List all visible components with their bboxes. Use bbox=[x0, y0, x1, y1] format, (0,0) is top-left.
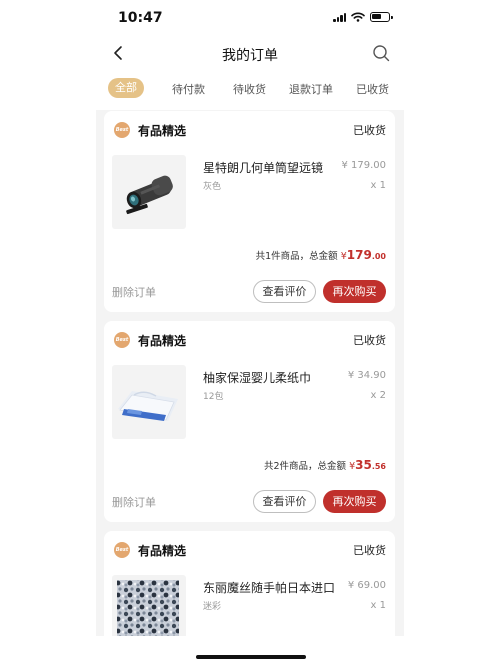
view-review-button[interactable]: 查看评价 bbox=[253, 490, 316, 513]
product-name[interactable]: 东丽魔丝随手帕日本进口 bbox=[203, 579, 335, 596]
header: 10:47 我的订单 全部 待付款 待收货 退款订单 已收货 bbox=[96, 0, 404, 110]
status-time: 10:47 bbox=[118, 10, 163, 26]
page-title: 我的订单 bbox=[222, 48, 278, 64]
monocular-telescope-icon bbox=[126, 175, 173, 215]
delete-order-button[interactable]: 删除订单 bbox=[112, 494, 156, 510]
total-decimal: .00 bbox=[371, 252, 386, 261]
shop-name[interactable]: 有品精选 bbox=[138, 122, 186, 139]
order-card[interactable]: Best 有品精选 已收货 柚家保湿婴儿柔纸巾 12包 ¥ 34.90 x 2 … bbox=[104, 321, 395, 522]
view-review-button[interactable]: 查看评价 bbox=[253, 280, 316, 303]
shop-name[interactable]: 有品精选 bbox=[138, 332, 186, 349]
battery-icon bbox=[370, 12, 393, 22]
summary-text: 共1件商品，总金额 bbox=[255, 251, 338, 262]
order-status: 已收货 bbox=[353, 334, 386, 347]
product-spec: 12包 bbox=[203, 392, 224, 402]
order-tabs: 全部 待付款 待收货 退款订单 已收货 bbox=[96, 78, 404, 102]
tab-refund[interactable]: 退款订单 bbox=[289, 81, 333, 97]
product-image[interactable] bbox=[112, 155, 186, 229]
buy-again-button[interactable]: 再次购买 bbox=[323, 490, 386, 513]
wifi-icon bbox=[351, 12, 365, 22]
product-quantity: x 1 bbox=[370, 180, 386, 191]
signal-icon bbox=[333, 12, 346, 22]
order-summary: 共1件商品，总金额 ¥179.00 bbox=[256, 248, 386, 262]
search-icon[interactable] bbox=[370, 42, 392, 64]
product-image[interactable] bbox=[112, 365, 186, 439]
delete-order-button[interactable]: 删除订单 bbox=[112, 284, 156, 300]
product-spec: 灰色 bbox=[203, 182, 222, 192]
shop-logo: Best bbox=[114, 332, 130, 348]
home-indicator[interactable] bbox=[196, 655, 306, 659]
tab-received[interactable]: 已收货 bbox=[356, 81, 389, 97]
product-price: ¥ 179.00 bbox=[341, 160, 386, 171]
status-bar: 10:47 bbox=[96, 0, 404, 36]
order-card[interactable]: Best 有品精选 已收货 星特朗几何单筒望远镜 灰色 ¥ 179.00 x 1… bbox=[104, 111, 395, 312]
order-status: 已收货 bbox=[353, 544, 386, 557]
bottom-safe-area bbox=[96, 636, 404, 666]
order-status: 已收货 bbox=[353, 124, 386, 137]
order-summary: 共2件商品，总金额 ¥35.56 bbox=[264, 458, 386, 472]
product-price: ¥ 69.00 bbox=[347, 580, 386, 591]
product-name[interactable]: 星特朗几何单筒望远镜 bbox=[203, 159, 323, 176]
total-decimal: .56 bbox=[371, 462, 386, 471]
phone-screen: 10:47 我的订单 全部 待付款 待收货 退款订单 已收货 Best 有品精选… bbox=[96, 0, 404, 666]
product-quantity: x 1 bbox=[370, 600, 386, 611]
tissue-pack-icon bbox=[118, 391, 178, 421]
tab-pending-payment[interactable]: 待付款 bbox=[172, 81, 205, 97]
product-spec: 迷彩 bbox=[203, 602, 222, 612]
total-integer: 179 bbox=[346, 248, 372, 262]
product-name[interactable]: 柚家保湿婴儿柔纸巾 bbox=[203, 369, 311, 386]
product-quantity: x 2 bbox=[370, 390, 386, 401]
shop-logo: Best bbox=[114, 122, 130, 138]
product-price: ¥ 34.90 bbox=[347, 370, 386, 381]
buy-again-button[interactable]: 再次购买 bbox=[323, 280, 386, 303]
shop-name[interactable]: 有品精选 bbox=[138, 542, 186, 559]
tab-all[interactable]: 全部 bbox=[108, 78, 144, 98]
status-icons bbox=[333, 12, 393, 22]
tab-pending-receipt[interactable]: 待收货 bbox=[233, 81, 266, 97]
nav-bar: 我的订单 bbox=[96, 38, 404, 70]
total-integer: 35 bbox=[355, 458, 372, 472]
summary-text: 共2件商品，总金额 bbox=[264, 461, 347, 472]
shop-logo: Best bbox=[114, 542, 130, 558]
